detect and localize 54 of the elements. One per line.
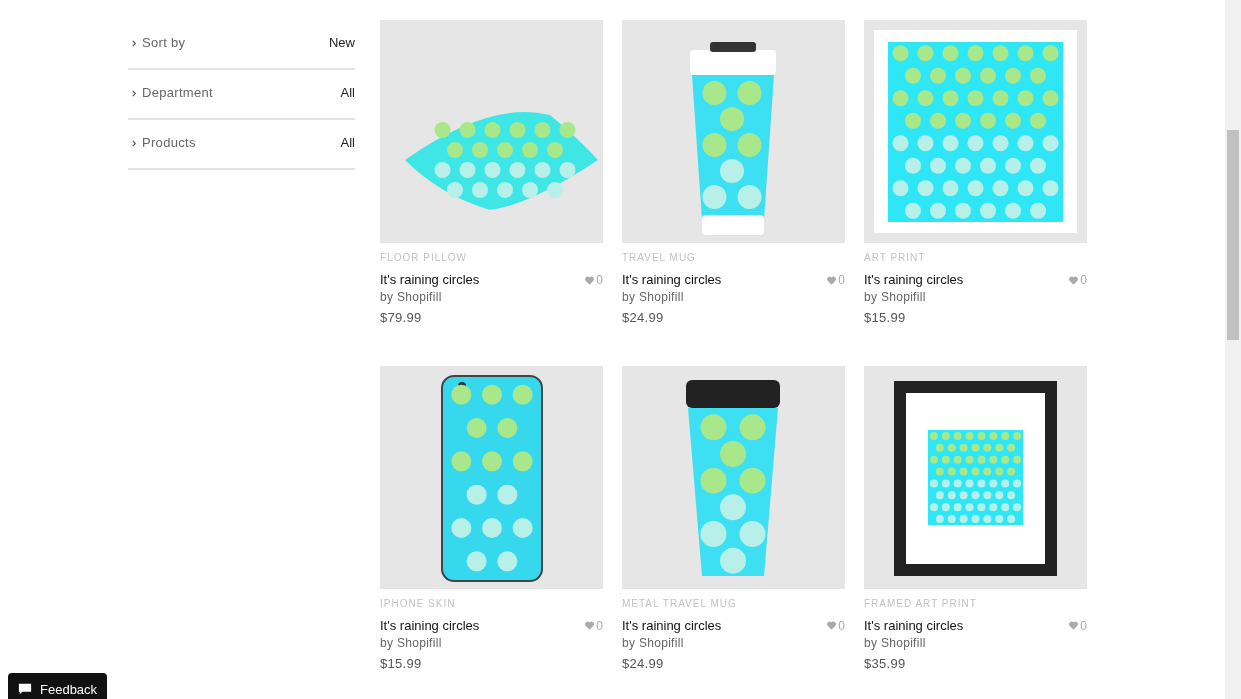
filter-value: New	[329, 34, 355, 53]
scrollbar-thumb[interactable]	[1227, 130, 1239, 340]
product-image[interactable]	[380, 365, 603, 589]
heart-icon[interactable]	[1068, 620, 1080, 631]
like-count: 0	[1080, 617, 1087, 635]
chevron-right-icon	[131, 139, 138, 147]
product-category: METAL TRAVEL MUG	[622, 596, 738, 611]
like-count: 0	[1080, 272, 1087, 289]
filter-label: Department	[142, 84, 213, 103]
product-price: $35.99	[864, 654, 907, 673]
product-image[interactable]	[622, 365, 845, 589]
product-artist[interactable]: by Shopifill	[622, 634, 845, 651]
heart-icon[interactable]	[1068, 274, 1080, 286]
filter-row[interactable]: Department All	[128, 70, 355, 120]
like-count: 0	[838, 617, 845, 635]
product-artist[interactable]: by Shopifill	[864, 289, 1087, 305]
filter-label: Sort by	[142, 34, 186, 53]
product-category: FLOOR PILLOW	[380, 251, 468, 265]
heart-icon[interactable]	[584, 620, 596, 631]
heart-icon[interactable]	[584, 274, 596, 286]
product-artist[interactable]: by Shopifill	[380, 289, 603, 305]
product-price: $15.99	[864, 309, 907, 327]
product-category: TRAVEL MUG	[622, 251, 697, 265]
filter-value: All	[340, 134, 355, 153]
product-title[interactable]: It's raining circles	[864, 617, 964, 634]
chevron-right-icon	[131, 89, 138, 97]
product-price: $24.99	[622, 654, 665, 673]
like-count: 0	[596, 272, 603, 289]
product-artist[interactable]: by Shopifill	[622, 289, 845, 305]
product-price: $79.99	[380, 309, 423, 327]
product-price: $15.99	[380, 654, 423, 673]
product-artist[interactable]: by Shopifill	[864, 634, 1087, 651]
like-count: 0	[838, 272, 845, 289]
filter-value: All	[340, 84, 355, 103]
speech-bubble-icon	[18, 682, 32, 696]
product-category: ART PRINT	[864, 251, 927, 265]
product-price: $24.99	[622, 309, 665, 327]
feedback-button[interactable]: Feedback	[8, 673, 108, 699]
product-title[interactable]: It's raining circles	[380, 272, 480, 288]
product-title[interactable]: It's raining circles	[864, 272, 964, 288]
filter-row[interactable]: Sort by New	[128, 20, 355, 70]
product-image[interactable]	[864, 365, 1087, 589]
product-artist[interactable]: by Shopifill	[380, 634, 603, 651]
chevron-right-icon	[131, 39, 138, 47]
product-title[interactable]: It's raining circles	[622, 272, 722, 288]
filter-row[interactable]: Products All	[128, 120, 355, 170]
product-title[interactable]: It's raining circles	[380, 617, 480, 634]
product-category: IPHONE SKIN	[380, 596, 457, 611]
filter-label: Products	[142, 134, 196, 153]
product-category: FRAMED ART PRINT	[864, 596, 978, 611]
product-title[interactable]: It's raining circles	[622, 617, 722, 634]
heart-icon[interactable]	[826, 620, 838, 631]
heart-icon[interactable]	[826, 274, 838, 286]
like-count: 0	[596, 617, 603, 635]
